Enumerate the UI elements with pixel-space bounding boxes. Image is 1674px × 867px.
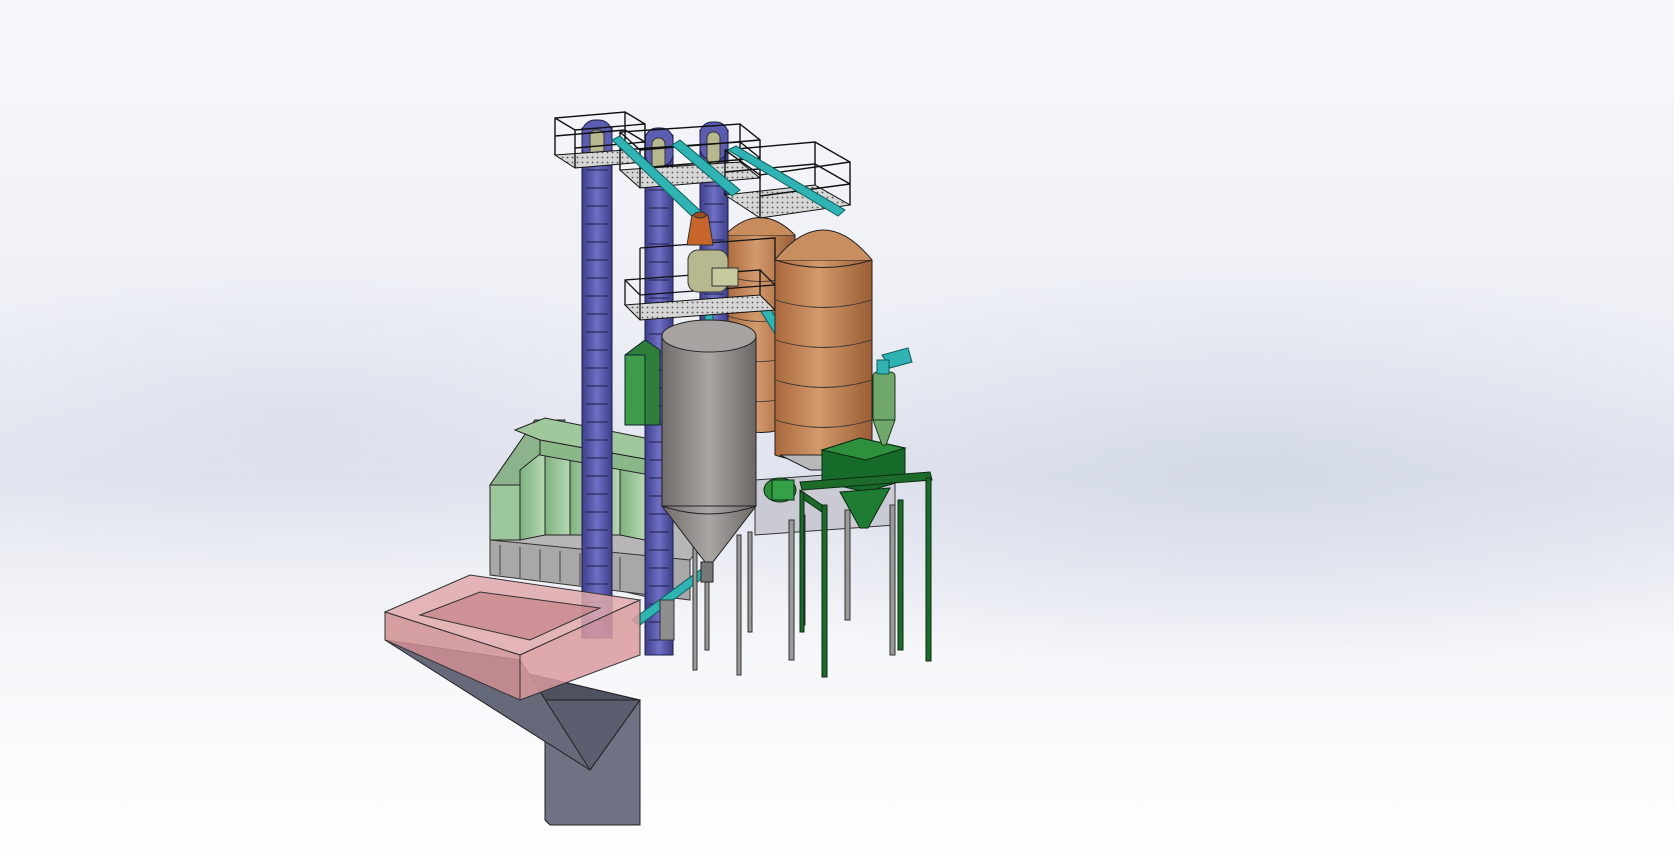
copper-silo[interactable]: [774, 229, 873, 471]
green-bin[interactable]: [624, 339, 661, 426]
green-drive-motor[interactable]: [763, 477, 797, 503]
elevator-base: [659, 599, 675, 641]
bucket-elevator-1[interactable]: [581, 119, 613, 639]
cyclone-separator[interactable]: [872, 347, 913, 446]
intake-hopper[interactable]: [383, 574, 642, 826]
cad-viewport[interactable]: [0, 0, 1674, 867]
grain-plant-model[interactable]: [0, 0, 1674, 867]
